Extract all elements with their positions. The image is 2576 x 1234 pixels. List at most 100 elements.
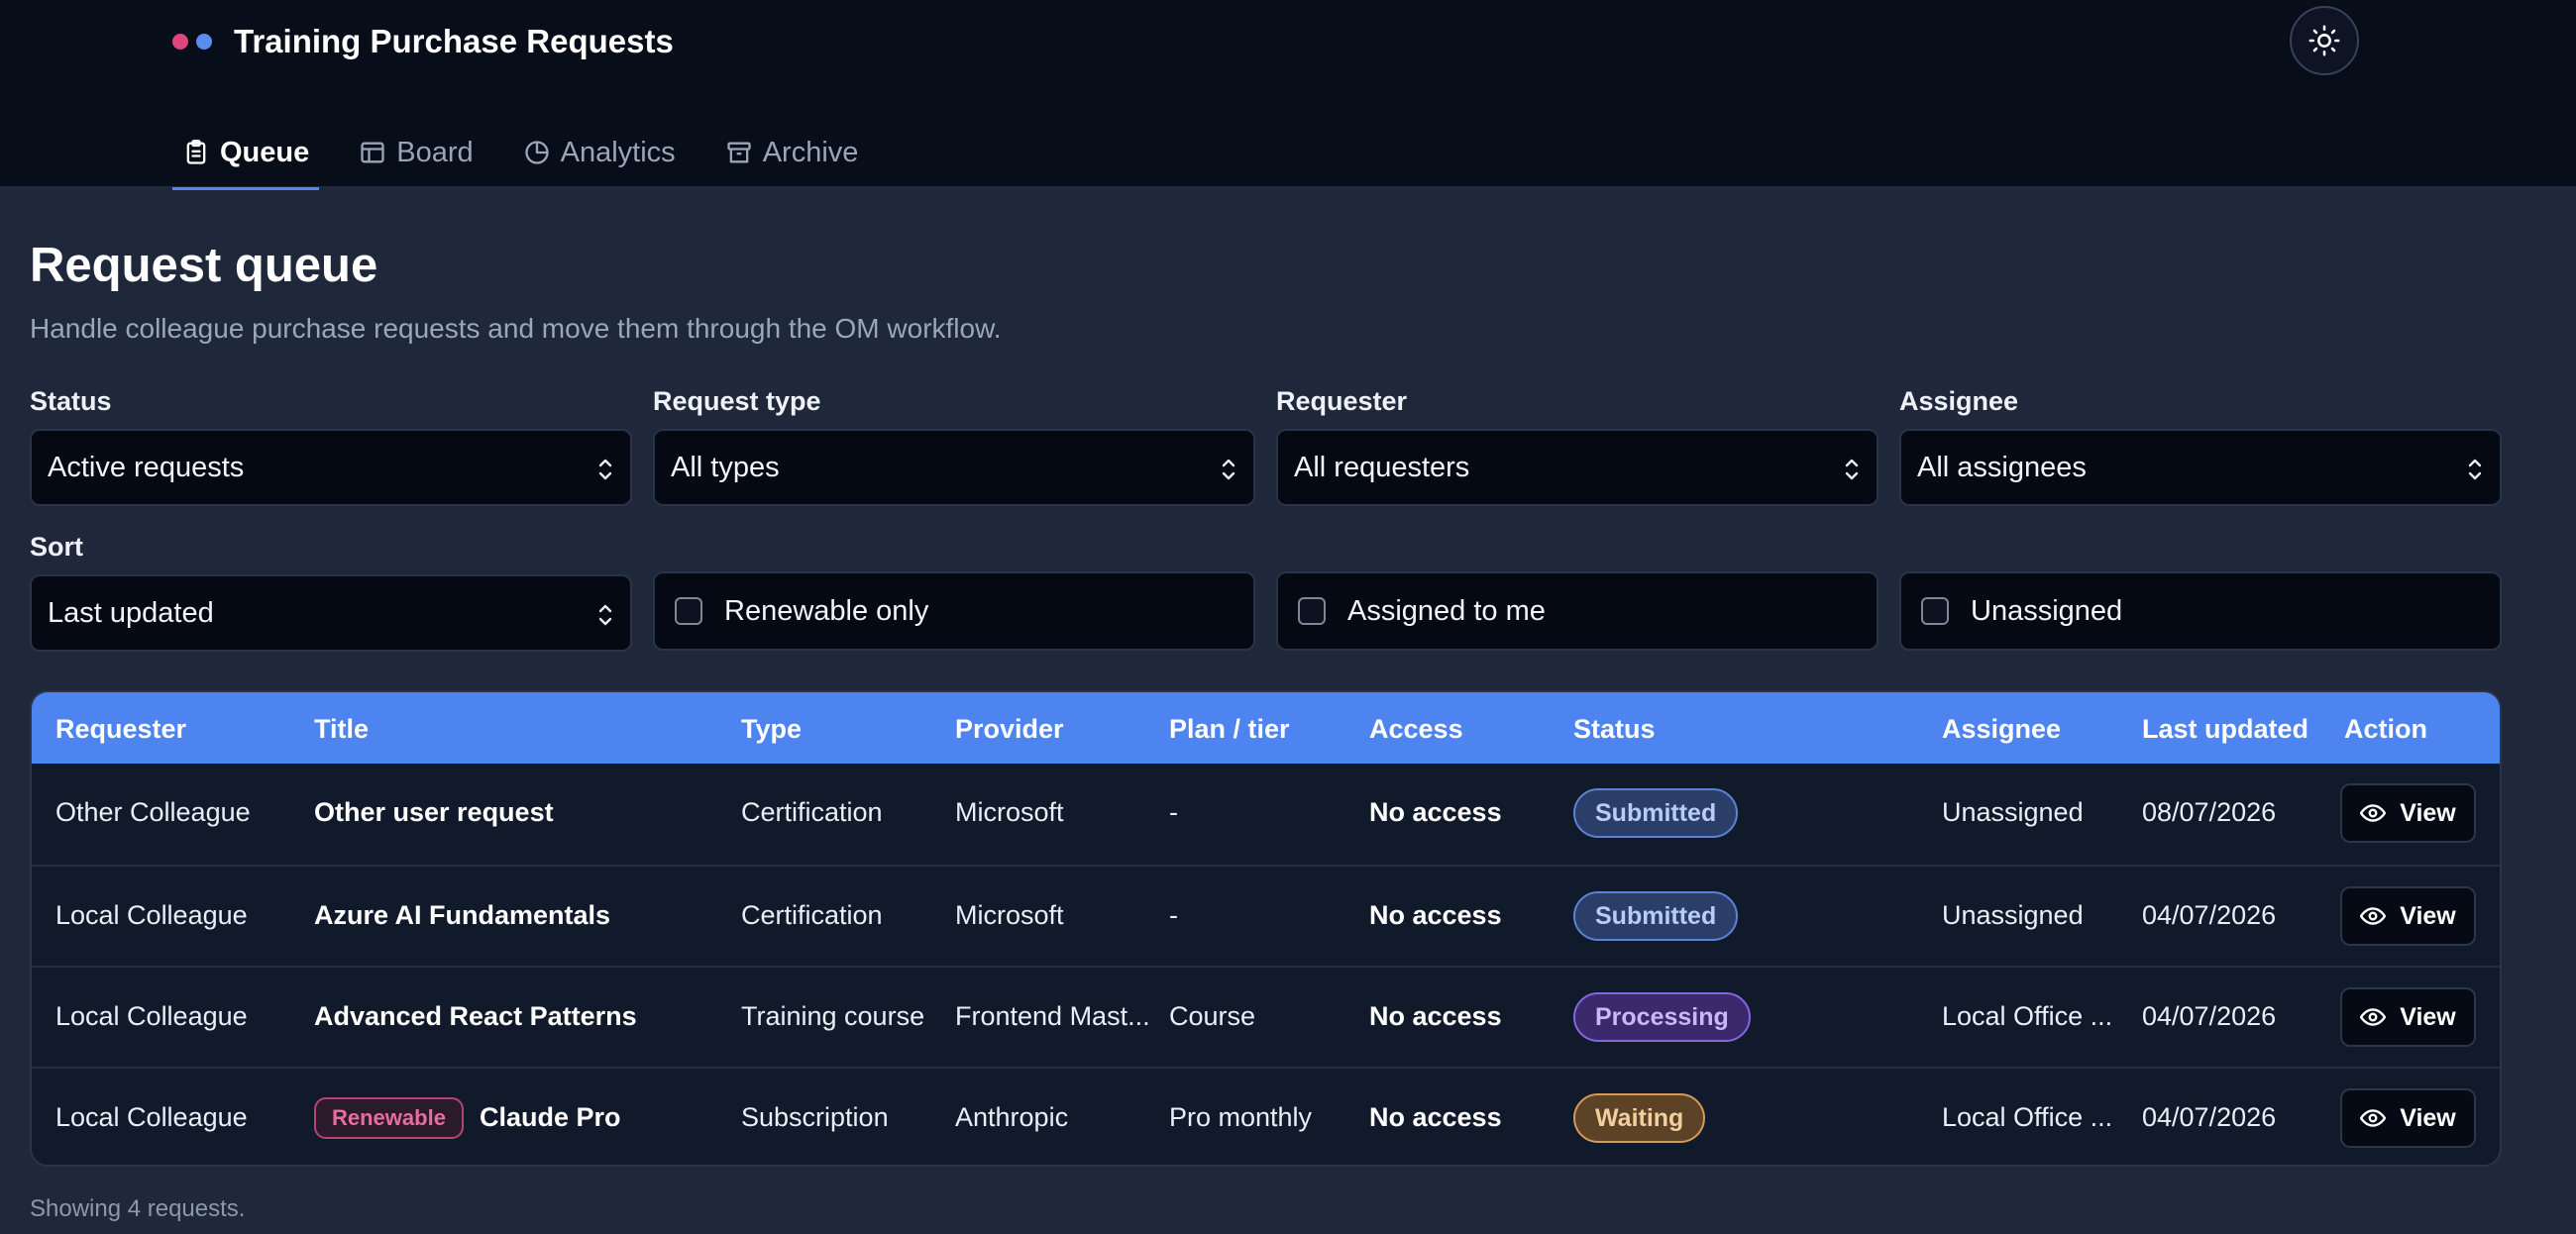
main-nav: Queue Board Analytics Archive	[172, 117, 898, 190]
view-button-label: View	[2400, 1002, 2456, 1031]
request-type-filter-select[interactable]: All types	[653, 429, 1255, 506]
eye-icon	[2360, 1008, 2387, 1026]
chevron-up-down-icon	[2468, 459, 2482, 480]
cell-title: Claude Pro	[480, 1102, 621, 1132]
column-header-status: Status	[1573, 714, 1656, 744]
cell-last-updated: 04/07/2026	[2142, 1001, 2277, 1031]
status-badge: Submitted	[1573, 788, 1739, 838]
eye-icon	[2360, 1109, 2387, 1127]
view-button[interactable]: View	[2340, 1088, 2476, 1148]
assigned-to-me-label: Assigned to me	[1347, 594, 1546, 627]
assignee-filter-select[interactable]: All assignees	[1899, 429, 2502, 506]
column-header-last-updated: Last updated	[2142, 714, 2309, 744]
column-header-title: Title	[314, 714, 370, 744]
tab-board[interactable]: Board	[349, 117, 483, 188]
assignee-filter-value: All assignees	[1917, 451, 2087, 483]
chevron-up-down-icon	[1222, 459, 1235, 480]
renewable-badge: Renewable	[314, 1097, 464, 1139]
eye-icon	[2360, 907, 2387, 925]
cell-last-updated: 04/07/2026	[2142, 900, 2277, 930]
chevron-up-down-icon	[1845, 459, 1859, 480]
cell-assignee: Unassigned	[1942, 900, 2084, 930]
view-button-label: View	[2400, 901, 2456, 930]
eye-icon	[2360, 804, 2387, 822]
status-badge: Submitted	[1573, 891, 1739, 941]
cell-type: Subscription	[741, 1102, 889, 1132]
theme-toggle-button[interactable]	[2290, 6, 2359, 75]
view-button-label: View	[2400, 798, 2456, 827]
assigned-to-me-checkbox[interactable]	[1298, 597, 1326, 625]
cell-type: Certification	[741, 900, 883, 930]
tab-archive[interactable]: Archive	[715, 117, 869, 188]
cell-access: No access	[1369, 797, 1502, 827]
unassigned-checkbox[interactable]	[1921, 597, 1949, 625]
cell-title: Other user request	[314, 797, 554, 827]
pie-chart-icon	[525, 141, 549, 164]
archive-icon	[727, 142, 751, 163]
cell-title: Azure AI Fundamentals	[314, 900, 611, 930]
assignee-filter-label: Assignee	[1899, 386, 2019, 416]
requester-filter-label: Requester	[1276, 386, 1408, 416]
tab-archive-label: Archive	[762, 136, 859, 168]
requests-table: Requester Title Type Provider Plan / tie…	[30, 690, 2502, 1167]
cell-type: Training course	[741, 1001, 925, 1031]
table-header: Requester Title Type Provider Plan / tie…	[32, 692, 2500, 764]
status-badge: Processing	[1573, 992, 1751, 1042]
unassigned-toggle[interactable]: Unassigned	[1899, 571, 2502, 651]
cell-assignee: Local Office ...	[1942, 1102, 2113, 1132]
app-title: Training Purchase Requests	[234, 23, 674, 59]
status-badge: Waiting	[1573, 1093, 1706, 1143]
cell-type: Certification	[741, 797, 883, 827]
table-row: Other Colleague Other user request Certi…	[32, 764, 2500, 865]
tab-board-label: Board	[396, 136, 474, 168]
cell-requester: Local Colleague	[55, 1001, 248, 1031]
brand: Training Purchase Requests	[172, 22, 674, 61]
results-count: Showing 4 requests.	[30, 1195, 246, 1222]
requester-filter-select[interactable]: All requesters	[1276, 429, 1878, 506]
column-header-assignee: Assignee	[1942, 714, 2062, 744]
sun-icon	[2308, 25, 2340, 56]
cell-requester: Local Colleague	[55, 1102, 248, 1132]
status-filter-label: Status	[30, 386, 112, 416]
page-title: Request queue	[30, 239, 378, 292]
view-button-label: View	[2400, 1103, 2456, 1132]
cell-access: No access	[1369, 1102, 1502, 1132]
sort-value: Last updated	[48, 596, 214, 629]
tab-queue[interactable]: Queue	[172, 117, 320, 190]
requester-filter-value: All requesters	[1294, 451, 1470, 483]
cell-plan: -	[1169, 797, 1178, 827]
column-header-provider: Provider	[955, 714, 1064, 744]
column-header-access: Access	[1369, 714, 1463, 744]
table-row: Local Colleague Advanced React Patterns …	[32, 966, 2500, 1067]
tab-analytics-label: Analytics	[560, 136, 676, 168]
cell-last-updated: 08/07/2026	[2142, 797, 2277, 827]
chevron-up-down-icon	[598, 459, 612, 480]
cell-assignee: Local Office ...	[1942, 1001, 2113, 1031]
board-icon	[361, 142, 384, 163]
column-header-type: Type	[741, 714, 803, 744]
tab-queue-label: Queue	[220, 136, 310, 168]
app-header: Training Purchase Requests Queue Board A…	[0, 0, 2576, 190]
cell-plan: -	[1169, 900, 1178, 930]
brand-dot-pink-icon	[172, 34, 188, 50]
cell-requester: Other Colleague	[55, 797, 251, 827]
table-row: Local Colleague Azure AI Fundamentals Ce…	[32, 865, 2500, 966]
renewable-only-toggle[interactable]: Renewable only	[653, 571, 1255, 651]
sort-label: Sort	[30, 532, 83, 562]
chevron-up-down-icon	[598, 604, 612, 626]
assigned-to-me-toggle[interactable]: Assigned to me	[1276, 571, 1878, 651]
column-header-requester: Requester	[55, 714, 187, 744]
cell-plan: Pro monthly	[1169, 1102, 1313, 1132]
renewable-only-checkbox[interactable]	[675, 597, 702, 625]
status-filter-select[interactable]: Active requests	[30, 429, 632, 506]
cell-provider: Anthropic	[955, 1102, 1069, 1132]
view-button[interactable]: View	[2340, 987, 2476, 1047]
column-header-plan: Plan / tier	[1169, 714, 1290, 744]
clipboard-icon	[186, 140, 206, 164]
view-button[interactable]: View	[2340, 886, 2476, 946]
cell-provider: Microsoft	[955, 797, 1064, 827]
tab-analytics[interactable]: Analytics	[513, 117, 686, 188]
sort-select[interactable]: Last updated	[30, 574, 632, 652]
status-filter-value: Active requests	[48, 451, 245, 483]
view-button[interactable]: View	[2340, 783, 2476, 843]
